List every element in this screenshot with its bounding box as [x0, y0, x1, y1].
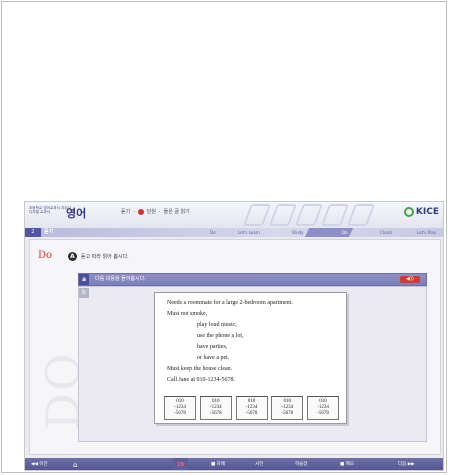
question-number[interactable]: a: [79, 274, 89, 285]
step-tab[interactable]: Study: [261, 228, 309, 237]
breadcrumb-item[interactable]: 들은 글 읽기: [164, 208, 190, 215]
question-bar: a 다음 내용을 들어봅시다. ◀)): [78, 273, 427, 286]
brand-subtitle-line: 디지털 교과서: [29, 210, 50, 214]
step-tab[interactable]: Let's Play: [393, 228, 441, 237]
breadcrumb: 듣기 · 단원 · 들은 글 읽기: [121, 208, 190, 215]
notice-line: Must keep the house clean.: [167, 366, 233, 372]
question-number-secondary[interactable]: b: [79, 288, 89, 298]
digital-textbook-window: 초등학교 영어교과서 지도서 디지털 교과서 영어 듣기 · 단원 · 들은 글…: [24, 201, 444, 471]
bottom-navigation: ◀◀ 이전 ⌂ 19 ■ 차례 사전 학습장 ■ 메모 다음 ▶▶: [25, 458, 443, 470]
step-tab-active[interactable]: Do: [304, 228, 354, 237]
tear-off-tab[interactable]: 010 -1234 -5678: [199, 396, 232, 420]
toc-button[interactable]: ■ 차례: [211, 458, 225, 470]
deco-shape: [294, 204, 324, 226]
section-title: Do: [38, 250, 53, 261]
brand-title: 영어: [66, 207, 87, 220]
instruction: A 듣고 따라 읽어 봅시다.: [68, 252, 129, 261]
tear-off-tab[interactable]: 010 -1234 -5678: [307, 396, 339, 420]
deco-shape: [346, 204, 376, 226]
notice-line: Must not smoke,: [167, 311, 208, 317]
dictionary-button[interactable]: 사전: [255, 458, 263, 470]
kice-logo-icon: [403, 207, 414, 217]
deco-shape: [320, 204, 350, 226]
step-tab[interactable]: Let's Learn: [217, 228, 265, 237]
notes-button[interactable]: 학습장: [295, 458, 307, 470]
level-label: 듣기: [44, 229, 54, 235]
step-tabs: Do Let's Learn Study Do Check Let's Play: [175, 228, 439, 237]
question-text: 다음 내용을 들어봅시다.: [95, 276, 146, 282]
header: 초등학교 영어교과서 지도서 디지털 교과서 영어 듣기 · 단원 · 들은 글…: [25, 202, 443, 228]
tear-off-tab[interactable]: 010 -1234 -5678: [164, 396, 196, 420]
notice-line: use the phone a lot,: [197, 333, 244, 339]
notice-line: have parties,: [197, 344, 228, 350]
tear-off-tab[interactable]: 010 -1234 -5678: [235, 396, 268, 420]
question-panel: b Needs a roommate for a large 2-bedroom…: [78, 286, 427, 442]
tear-off-tab[interactable]: 010 -1234 -5678: [271, 396, 304, 420]
roommate-notice-card: Needs a roommate for a large 2-bedroom a…: [154, 292, 347, 424]
home-icon[interactable]: ⌂: [73, 458, 77, 470]
level-number: 2: [25, 228, 41, 237]
instruction-badge: A: [68, 252, 77, 261]
breadcrumb-item[interactable]: 듣기: [121, 208, 130, 215]
notice-line: Call Jane at 010-1234-5678.: [167, 377, 235, 383]
unit-icon: [137, 208, 144, 215]
notice-line: or have a pet.: [197, 355, 230, 361]
brand-subtitle: 초등학교 영어교과서 지도서 디지털 교과서: [29, 206, 71, 214]
prev-button[interactable]: ◀◀ 이전: [31, 458, 48, 470]
instruction-text: 듣고 따라 읽어 봅시다.: [81, 254, 129, 260]
step-navigation: 2 듣기 Do Let's Learn Study Do Check Let's…: [25, 228, 443, 237]
notice-line: Needs a roommate for a large 2-bedroom a…: [167, 300, 293, 306]
kice-logo: KICE: [403, 207, 439, 217]
next-button[interactable]: 다음 ▶▶: [398, 458, 415, 470]
page-number[interactable]: 19: [173, 458, 188, 470]
deco-shape: [268, 204, 298, 226]
sound-play-button[interactable]: ◀)): [400, 276, 420, 283]
step-tab[interactable]: Do: [173, 228, 221, 237]
header-decoration: [242, 202, 397, 228]
deco-shape: [242, 204, 272, 226]
content-area: Do DO A 듣고 따라 읽어 봅시다. a 다음 내용을 들어봅시다. ◀)…: [29, 239, 441, 455]
tear-off-tabs: 010 -1234 -5678 010 -1234 -5678 010 -1234 -567…: [164, 396, 339, 420]
notice-line: play loud music,: [197, 322, 237, 328]
step-tab[interactable]: Check: [349, 228, 397, 237]
memo-button[interactable]: ■ 메모: [340, 458, 354, 470]
kice-logo-text: KICE: [415, 207, 439, 217]
breadcrumb-item[interactable]: 단원: [147, 208, 156, 215]
